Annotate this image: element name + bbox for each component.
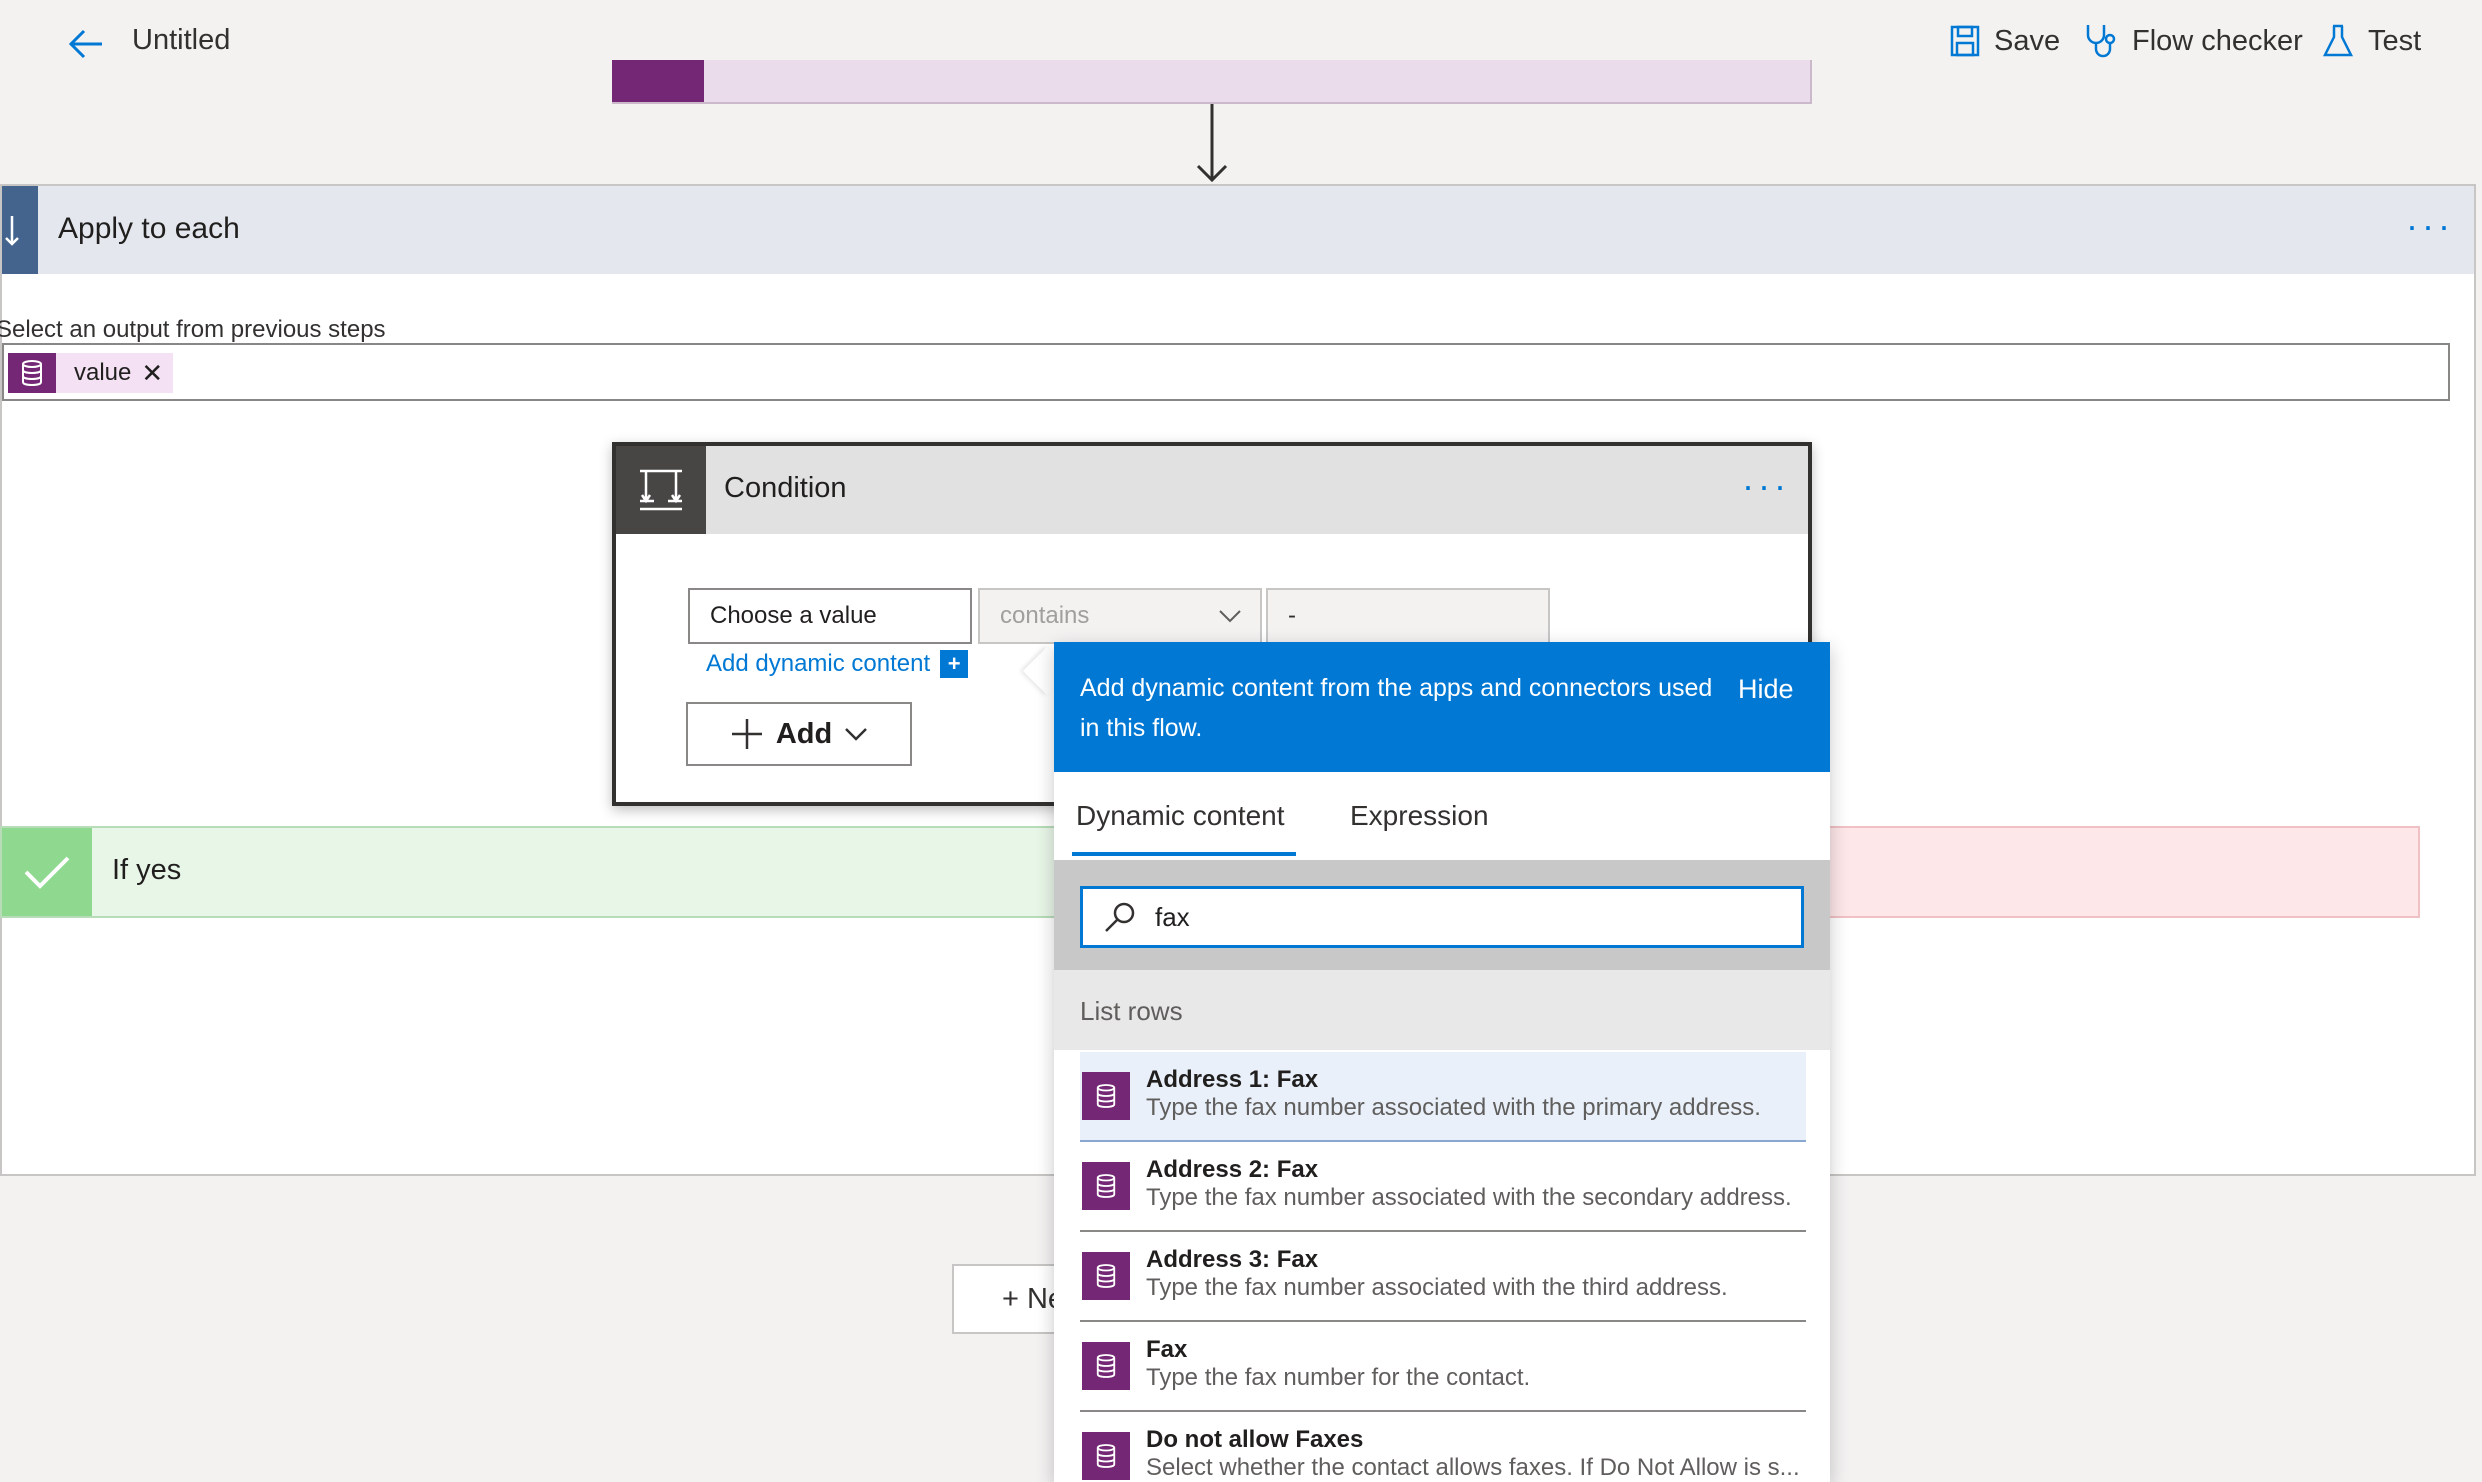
item-name: Address 3: Fax [1146,1246,1319,1273]
item-description: Type the fax number associated with the … [1146,1094,1761,1121]
checkmark-icon [2,828,92,916]
condition-title: Condition [724,472,847,504]
dynamic-item-address1-fax[interactable]: Address 1: Fax Type the fax number assoc… [1080,1052,1806,1142]
dynamic-item-fax[interactable]: Fax Type the fax number for the contact. [1080,1322,1806,1412]
apply-to-each-header[interactable]: Apply to each ··· [2,186,2474,274]
operator-value: contains [1000,602,1090,629]
item-name: Fax [1146,1336,1188,1363]
tab-expression[interactable]: Expression [1350,800,1489,832]
test-button[interactable]: Test [2322,20,2421,62]
save-label: Save [1994,24,2061,57]
active-tab-indicator [1072,852,1296,856]
operator-dropdown[interactable]: contains [978,588,1262,644]
if-yes-branch-header[interactable]: If yes [0,826,1060,918]
search-input[interactable]: fax [1080,886,1804,948]
item-description: Type the fax number associated with the … [1146,1184,1792,1211]
add-condition-button[interactable]: Add [686,702,912,766]
panel-header-text: Add dynamic content from the apps and co… [1080,674,1713,742]
search-area: fax [1054,860,1830,970]
dataverse-icon [1082,1162,1130,1210]
tab-dynamic-content[interactable]: Dynamic content [1076,800,1285,832]
hide-panel-button[interactable]: Hide [1738,674,1794,705]
test-label: Test [2368,24,2422,57]
list-rows-group-header[interactable]: List rows [1054,970,1830,1050]
chevron-down-icon [1218,609,1242,623]
dynamic-content-panel: Add dynamic content from the apps and co… [1054,642,1830,1482]
dataverse-icon [612,60,704,102]
compare-value-input[interactable]: - [1266,588,1550,644]
dynamic-item-address3-fax[interactable]: Address 3: Fax Type the fax number assoc… [1080,1232,1806,1322]
select-output-field[interactable]: value ✕ [2,343,2450,401]
flow-title[interactable]: Untitled [132,24,230,57]
group-label: List rows [1080,996,1183,1026]
value-token[interactable]: value ✕ [8,353,174,393]
remove-token-icon[interactable]: ✕ [141,358,173,389]
flow-checker-label: Flow checker [2132,24,2303,57]
value-token-label: value [74,359,132,386]
select-output-label: Select an output from previous steps [0,316,386,343]
item-description: Type the fax number associated with the … [1146,1274,1728,1301]
apply-more-options-button[interactable]: ··· [2406,208,2454,244]
plus-icon: + [940,650,969,678]
item-description: Type the fax number for the contact. [1146,1364,1531,1391]
item-name: Address 1: Fax [1146,1066,1319,1093]
back-arrow-icon[interactable] [66,24,106,64]
add-dynamic-content-label: Add dynamic content [706,650,931,677]
dataverse-icon [1082,1252,1130,1300]
dynamic-item-address2-fax[interactable]: Address 2: Fax Type the fax number assoc… [1080,1142,1806,1232]
item-name: Address 2: Fax [1146,1156,1319,1183]
search-icon [1103,900,1137,934]
dataverse-icon [8,353,56,393]
condition-more-options-button[interactable]: ··· [1742,468,1790,504]
add-button-label: Add [775,717,833,750]
flow-checker-button[interactable]: Flow checker [2084,20,2303,62]
stethoscope-icon [2084,23,2118,59]
save-button[interactable]: Save [1950,20,2060,62]
search-input-value: fax [1155,901,1190,932]
condition-header[interactable]: Condition ··· [616,446,1808,534]
plus-icon [730,717,764,751]
choose-value-input[interactable]: Choose a value [688,588,972,644]
dataverse-icon [1082,1072,1130,1120]
previous-step-card[interactable] [612,60,1812,104]
add-dynamic-content-link[interactable]: Add dynamic content + [706,650,969,678]
beaker-icon [2322,24,2354,58]
loop-icon [2,186,38,274]
chevron-down-icon [844,727,868,741]
if-yes-label: If yes [112,854,182,886]
item-description: Select whether the contact allows faxes.… [1146,1454,1800,1481]
dataverse-icon [1082,1432,1130,1480]
dynamic-item-do-not-allow-faxes[interactable]: Do not allow Faxes Select whether the co… [1080,1412,1806,1482]
item-name: Do not allow Faxes [1146,1426,1364,1453]
apply-to-each-title: Apply to each [58,212,240,245]
condition-icon [616,446,706,534]
save-icon [1950,25,1980,57]
dataverse-icon [1082,1342,1130,1390]
if-no-branch-header[interactable] [1770,826,2420,918]
connector-arrow-icon [1192,104,1232,184]
panel-header: Add dynamic content from the apps and co… [1054,642,1830,772]
